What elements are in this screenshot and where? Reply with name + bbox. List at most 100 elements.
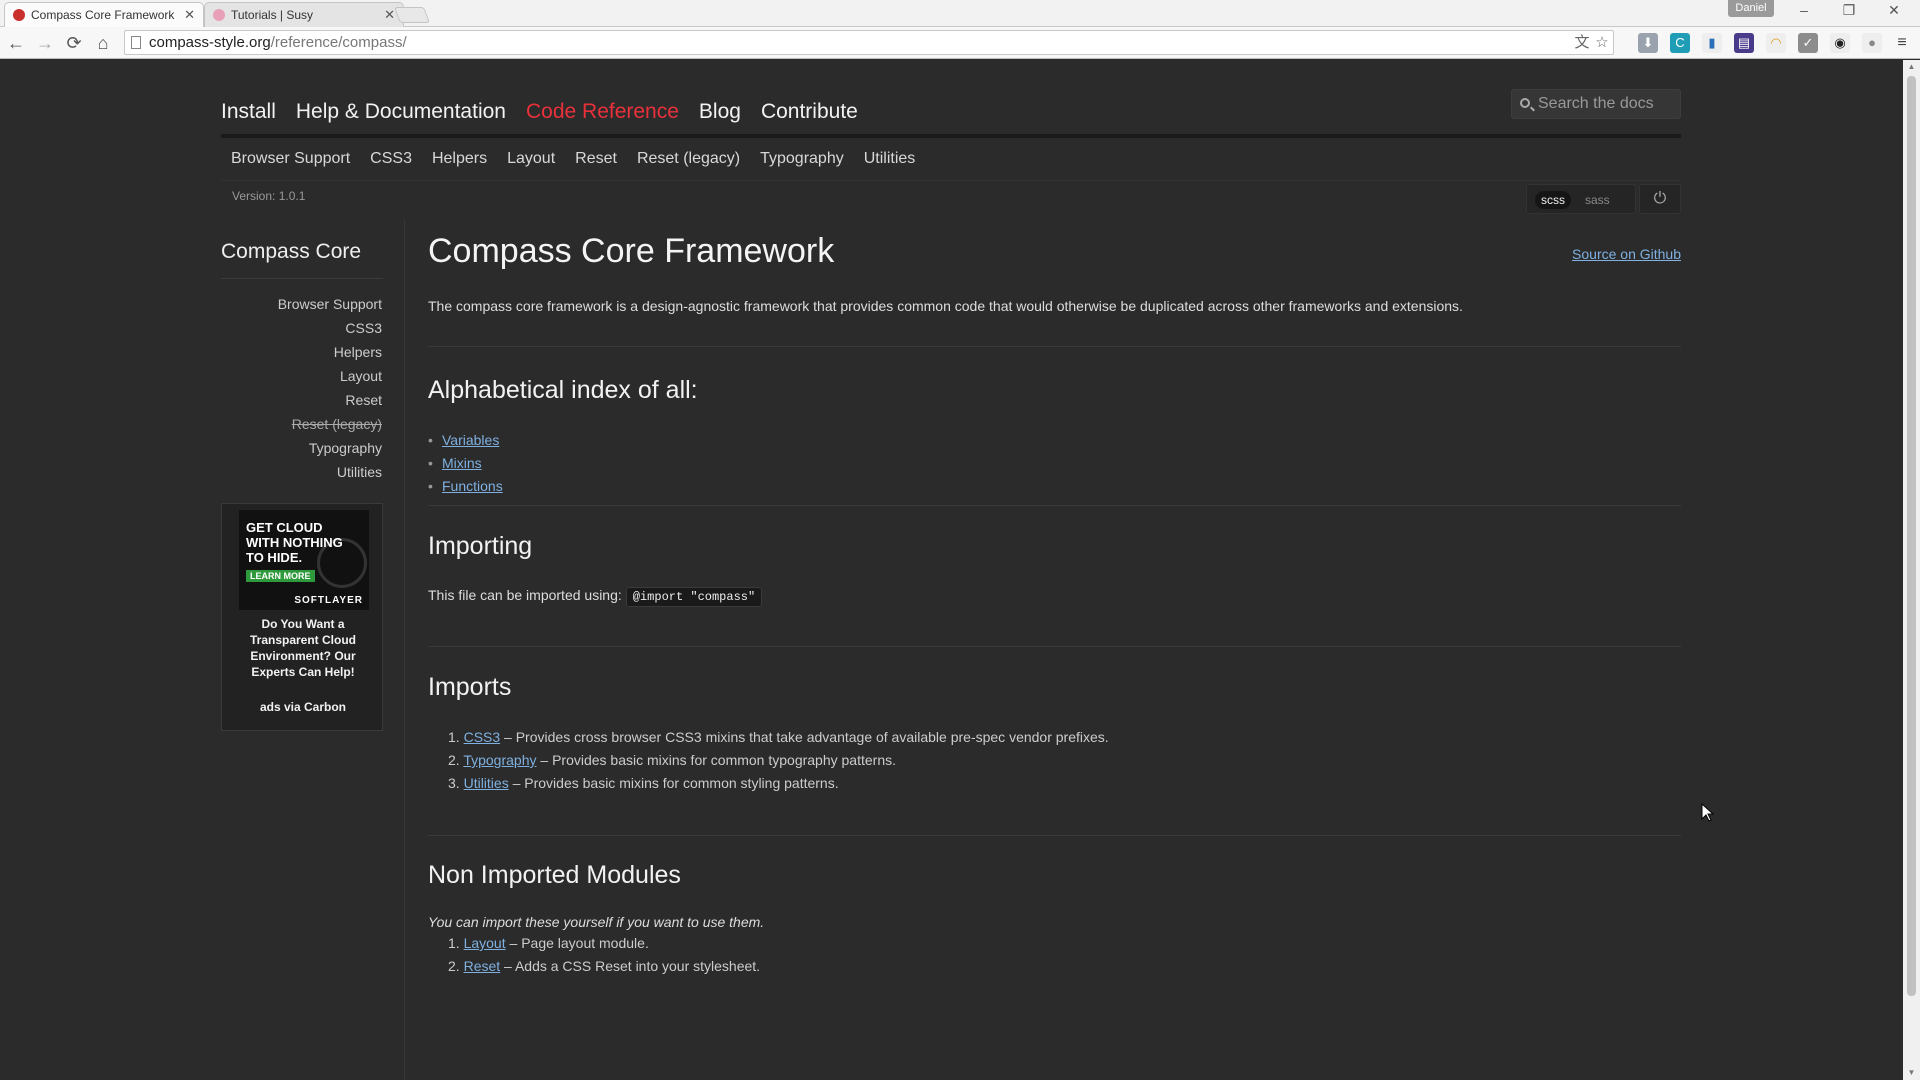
sidebar-item-typography[interactable]: Typography [221,436,382,460]
list-item: 3. Utilities – Provides basic mixins for… [448,772,1109,795]
reload-button[interactable]: ⟳ [62,31,86,55]
mouse-cursor-icon [1701,803,1715,822]
sidebar-item-utilities[interactable]: Utilities [221,460,382,484]
non-imported-heading: Non Imported Modules [428,861,681,889]
extension-shield-icon[interactable]: ● [1862,33,1882,53]
search-input[interactable]: Search the docs [1511,89,1681,119]
nav-code-reference[interactable]: Code Reference [526,90,679,130]
close-window-button[interactable]: ✕ [1880,2,1908,19]
list-item: 2. Reset – Adds a CSS Reset into your st… [448,955,760,978]
subnav-browser-support[interactable]: Browser Support [231,150,350,168]
sidebar-item-css3[interactable]: CSS3 [221,316,382,340]
list-item: 2. Typography – Provides basic mixins fo… [448,749,1109,772]
ad-text[interactable]: Do You Want a Transparent Cloud Environm… [230,616,376,680]
list-item: Functions [428,475,503,498]
back-button[interactable]: ← [4,31,28,55]
subnav-reset[interactable]: Reset [575,150,617,168]
nav-blog[interactable]: Blog [699,90,741,130]
import-code: @import "compass" [625,587,763,607]
subnav-utilities[interactable]: Utilities [864,150,916,168]
list-item: 1. Layout – Page layout module. [448,932,760,955]
sidebar-title: Compass Core [221,240,362,263]
sidebar-item-reset-legacy[interactable]: Reset (legacy) [221,412,382,436]
scroll-down-arrow-icon[interactable]: ▼ [1903,1066,1920,1080]
import-link-utilities[interactable]: Utilities [464,775,509,791]
syntax-toggle[interactable]: scss sass [1526,184,1636,214]
index-heading: Alphabetical index of all: [428,376,698,404]
list-number: 1. [448,729,460,745]
tab-close-icon[interactable]: ✕ [384,7,395,23]
source-on-github-link[interactable]: Source on Github [1572,246,1681,262]
tab-compass-core[interactable]: Compass Core Framework ✕ [4,2,204,27]
extension-book-icon[interactable]: ▤ [1734,33,1754,53]
search-placeholder: Search the docs [1538,95,1654,112]
sidebar-item-layout[interactable]: Layout [221,364,382,388]
index-link-variables[interactable]: Variables [442,432,499,448]
list-number: 1. [448,935,460,951]
power-icon[interactable]: ⏻ [1639,184,1681,214]
extension-check-icon[interactable]: ✓ [1798,33,1818,53]
subnav-typography[interactable]: Typography [760,150,844,168]
scrollbar-thumb[interactable] [1907,76,1916,996]
compass-favicon-icon [13,9,25,21]
subnav-reset-legacy[interactable]: Reset (legacy) [637,150,740,168]
nav-divider [221,134,1681,138]
extension-chart-icon[interactable]: ▮ [1702,33,1722,53]
sidebar-item-helpers[interactable]: Helpers [221,340,382,364]
nav-help-documentation[interactable]: Help & Documentation [296,90,506,130]
import-link-css3[interactable]: CSS3 [464,729,501,745]
new-tab-button[interactable] [394,7,430,23]
extension-download-icon[interactable]: ⬇ [1638,33,1658,53]
page-viewport: Install Help & Documentation Code Refere… [0,60,1903,1080]
profile-badge[interactable]: Daniel [1728,0,1774,17]
extension-c-icon[interactable]: C [1670,33,1690,53]
module-link-layout[interactable]: Layout [464,935,506,951]
restore-button[interactable]: ❐ [1835,2,1863,19]
sub-nav: Browser Support CSS3 Helpers Layout Rese… [231,150,915,168]
subnav-css3[interactable]: CSS3 [370,150,412,168]
syntax-sass-option[interactable]: sass [1585,191,1610,209]
menu-icon[interactable]: ≡ [1892,33,1912,53]
index-link-mixins[interactable]: Mixins [442,455,482,471]
home-button[interactable]: ⌂ [91,31,115,55]
import-description: – Provides basic mixins for common typog… [536,752,896,768]
subnav-helpers[interactable]: Helpers [432,150,487,168]
nav-install[interactable]: Install [221,90,276,130]
extension-glasses-icon[interactable]: ◉ [1830,33,1850,53]
carbon-ad[interactable]: GET CLOUD WITH NOTHING TO HIDE. LEARN MO… [221,503,383,731]
address-bar[interactable]: compass-style.org/reference/compass/ 文 ☆ [124,30,1614,55]
module-link-reset[interactable]: Reset [464,958,501,974]
minimize-button[interactable]: – [1790,2,1818,18]
subnav-layout[interactable]: Layout [507,150,555,168]
import-link-typography[interactable]: Typography [463,752,536,768]
section-divider [428,346,1681,347]
nav-contribute[interactable]: Contribute [761,90,858,130]
ad-learn-more-button[interactable]: LEARN MORE [246,570,315,582]
list-item: 1. CSS3 – Provides cross browser CSS3 mi… [448,726,1109,749]
rss-icon[interactable]: ◠ [1766,33,1786,53]
main-nav: Install Help & Documentation Code Refere… [221,90,858,130]
ad-credit-link[interactable]: ads via Carbon [222,700,384,714]
syntax-scss-option[interactable]: scss [1535,191,1571,209]
page-title: Compass Core Framework [428,232,835,270]
browser-tab-strip: Compass Core Framework ✕ Tutorials | Sus… [0,0,1920,27]
sidebar-list: Browser Support CSS3 Helpers Layout Rese… [221,292,382,484]
tab-label: Tutorials | Susy [231,8,314,22]
list-number: 3. [448,775,460,791]
sidebar-item-browser-support[interactable]: Browser Support [221,292,382,316]
translate-icon[interactable]: 文 [1573,34,1591,52]
forward-button[interactable]: → [33,31,57,55]
tab-close-icon[interactable]: ✕ [184,7,195,23]
sidebar-item-reset[interactable]: Reset [221,388,382,412]
ad-headline-line-1: GET CLOUD [246,520,323,535]
index-link-functions[interactable]: Functions [442,478,503,494]
sidebar-divider [221,278,383,279]
address-path: /reference/compass/ [270,34,407,51]
address-host: compass-style.org [149,34,271,51]
scroll-up-arrow-icon[interactable]: ▲ [1903,60,1920,74]
list-item: Variables [428,429,503,452]
ad-image[interactable]: GET CLOUD WITH NOTHING TO HIDE. LEARN MO… [239,510,369,610]
bookmark-star-icon[interactable]: ☆ [1593,34,1611,52]
page-scrollbar[interactable]: ▲ ▼ [1903,60,1920,1080]
tab-susy-tutorials[interactable]: Tutorials | Susy ✕ [204,2,404,27]
